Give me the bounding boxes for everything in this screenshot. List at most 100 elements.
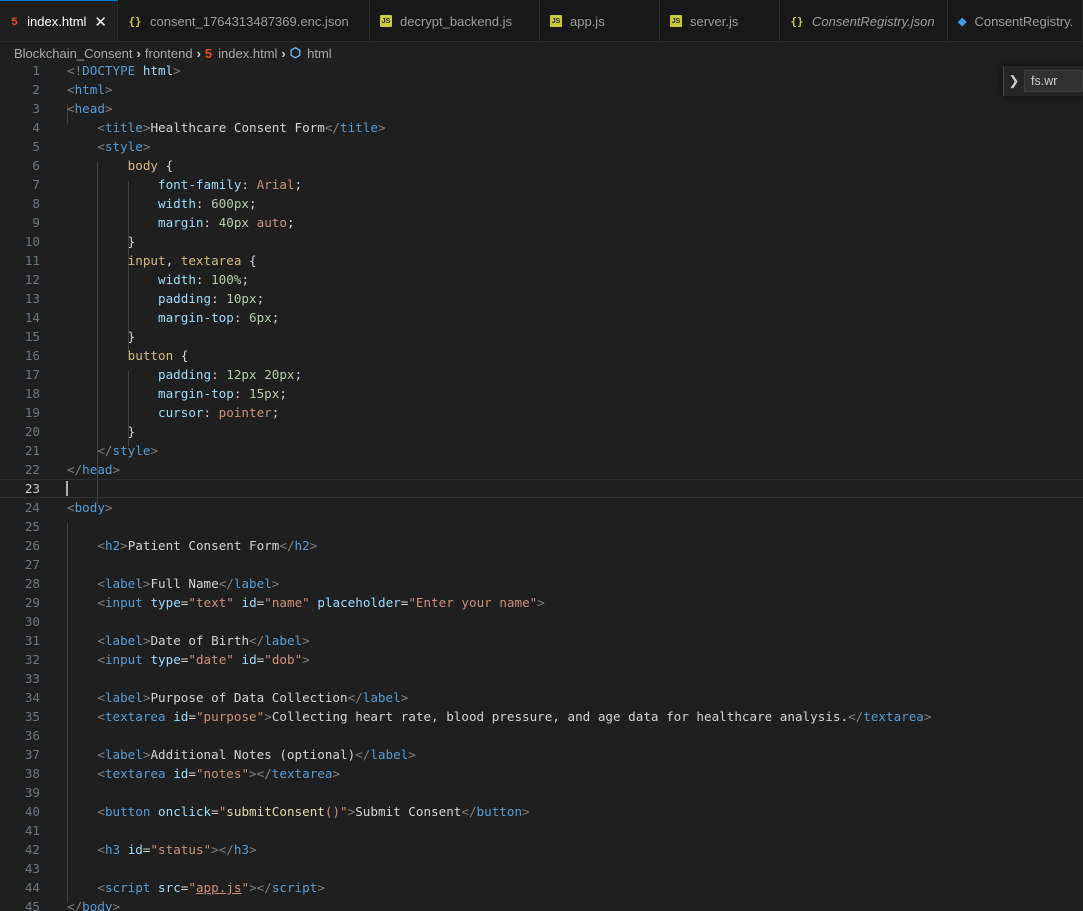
code-token: label bbox=[104, 633, 143, 648]
code-line[interactable]: 31 <label>Date of Birth</label> bbox=[0, 631, 1083, 650]
code-line[interactable]: 19 cursor: pointer; bbox=[0, 403, 1083, 422]
breadcrumb-item[interactable]: html bbox=[307, 46, 332, 61]
code-line[interactable]: 26 <h2>Patient Consent Form</h2> bbox=[0, 536, 1083, 555]
tab-label: index.html bbox=[27, 14, 87, 29]
code-line[interactable]: 35 <textarea id="purpose">Collecting hea… bbox=[0, 707, 1083, 726]
chevron-right-icon: › bbox=[281, 45, 286, 61]
find-input[interactable]: fs.wr bbox=[1024, 70, 1083, 92]
code-line[interactable]: 38 <textarea id="notes"></textarea> bbox=[0, 764, 1083, 783]
tab-index-html[interactable]: 5 index.html ✕ bbox=[0, 0, 118, 41]
code-line[interactable]: 39 bbox=[0, 783, 1083, 802]
code-token: id bbox=[241, 595, 257, 610]
code-line[interactable]: 8 width: 600px; bbox=[0, 194, 1083, 213]
code-line[interactable]: 2 <html> bbox=[0, 80, 1083, 99]
code-line[interactable]: 45 </body> bbox=[0, 897, 1083, 911]
code-token: > bbox=[142, 139, 151, 154]
code-line[interactable]: 21 </style> bbox=[0, 441, 1083, 460]
close-icon[interactable]: ✕ bbox=[94, 13, 107, 31]
code-line[interactable]: 44 <script src="app.js"></script> bbox=[0, 878, 1083, 897]
tab-consentregistry-json[interactable]: {} ConsentRegistry.json bbox=[780, 0, 948, 41]
breadcrumb-item[interactable]: Blockchain_Consent bbox=[14, 46, 133, 61]
code-line[interactable]: 7 font-family: Arial; bbox=[0, 175, 1083, 194]
code-line[interactable]: 29 <input type="text" id="name" placehol… bbox=[0, 593, 1083, 612]
code-line[interactable]: 37 <label>Additional Notes (optional)</l… bbox=[0, 745, 1083, 764]
code-line[interactable]: 30 bbox=[0, 612, 1083, 631]
code-token: ()" bbox=[324, 804, 348, 819]
code-text: } bbox=[67, 232, 136, 251]
line-number: 32 bbox=[24, 652, 40, 667]
code-line[interactable]: 34 <label>Purpose of Data Collection</la… bbox=[0, 688, 1083, 707]
line-number: 21 bbox=[24, 443, 40, 458]
code-token: 600px bbox=[211, 196, 250, 211]
code-line[interactable]: 15 } bbox=[0, 327, 1083, 346]
code-line[interactable]: 9 margin: 40px auto; bbox=[0, 213, 1083, 232]
code-line[interactable]: 24 <body> bbox=[0, 498, 1083, 517]
line-number: 29 bbox=[24, 595, 40, 610]
code-line[interactable]: 20 } bbox=[0, 422, 1083, 441]
code-token: h2 bbox=[294, 538, 310, 553]
code-text: input, textarea { bbox=[67, 251, 257, 270]
code-line[interactable]: 6 body { bbox=[0, 156, 1083, 175]
code-line[interactable]: 3 <head> bbox=[0, 99, 1083, 118]
code-token: h3 bbox=[233, 842, 250, 857]
code-token: 10px bbox=[226, 291, 257, 306]
js-icon: JS bbox=[550, 15, 562, 27]
code-line[interactable]: 28 <label>Full Name</label> bbox=[0, 574, 1083, 593]
code-line[interactable]: 23 bbox=[0, 479, 1083, 498]
code-text: width: 600px; bbox=[67, 194, 257, 213]
code-line[interactable]: 42 <h3 id="status"></h3> bbox=[0, 840, 1083, 859]
code-line[interactable]: 32 <input type="date" id="dob"> bbox=[0, 650, 1083, 669]
code-line[interactable]: 11 input, textarea { bbox=[0, 251, 1083, 270]
code-editor[interactable]: 1 <!DOCTYPE html> 2 <html> 3 <head> 4 <title>H… bbox=[0, 64, 1083, 911]
code-line[interactable]: 5 <style> bbox=[0, 137, 1083, 156]
code-line[interactable]: 43 bbox=[0, 859, 1083, 878]
tab-decrypt-backend-js[interactable]: JS decrypt_backend.js bbox=[370, 0, 540, 41]
code-token: Full Name bbox=[150, 576, 219, 591]
tab-consentregistry[interactable]: ◆ ConsentRegistry. bbox=[948, 0, 1083, 41]
code-line[interactable]: 41 bbox=[0, 821, 1083, 840]
code-line[interactable]: 10 } bbox=[0, 232, 1083, 251]
tab-label: ConsentRegistry.json bbox=[812, 13, 935, 29]
code-line[interactable]: 12 width: 100%; bbox=[0, 270, 1083, 289]
tab-consent-1764313487369-enc-json[interactable]: {} consent_1764313487369.enc.json bbox=[118, 0, 370, 41]
line-number: 9 bbox=[32, 215, 40, 230]
code-line[interactable]: 36 bbox=[0, 726, 1083, 745]
code-line[interactable]: 27 bbox=[0, 555, 1083, 574]
chevron-right-icon[interactable]: ❯ bbox=[1004, 73, 1024, 89]
code-token: </ bbox=[249, 633, 265, 648]
code-token: </ bbox=[67, 899, 83, 911]
editor-tab-bar: 5 index.html ✕ {} consent_1764313487369.enc.… bbox=[0, 0, 1083, 42]
find-widget[interactable]: ❯ fs.wr bbox=[1003, 66, 1083, 96]
line-number: 18 bbox=[24, 386, 40, 401]
code-line[interactable]: 25 bbox=[0, 517, 1083, 536]
code-token: cursor bbox=[158, 405, 204, 420]
line-number: 22 bbox=[24, 462, 40, 477]
code-line[interactable]: 4 <title>Healthcare Consent Form</title> bbox=[0, 118, 1083, 137]
symbol-element-icon: ⬡ bbox=[289, 45, 302, 60]
code-line[interactable]: 22 </head> bbox=[0, 460, 1083, 479]
breadcrumb-item[interactable]: index.html bbox=[218, 46, 277, 61]
tab-app-js[interactable]: JS app.js bbox=[540, 0, 660, 41]
line-number: 27 bbox=[24, 557, 40, 572]
code-line[interactable]: 40 <button onclick="submitConsent()">Sub… bbox=[0, 802, 1083, 821]
code-line[interactable]: 17 padding: 12px 20px; bbox=[0, 365, 1083, 384]
code-token: input bbox=[104, 652, 143, 667]
code-text: body { bbox=[67, 156, 174, 175]
code-token: </ bbox=[347, 690, 363, 705]
code-line[interactable]: 14 margin-top: 6px; bbox=[0, 308, 1083, 327]
code-token: </ bbox=[97, 443, 113, 458]
breadcrumb-item[interactable]: frontend bbox=[145, 46, 193, 61]
tab-server-js[interactable]: JS server.js bbox=[660, 0, 780, 41]
code-token: > bbox=[104, 101, 113, 116]
code-token: label bbox=[104, 576, 143, 591]
code-line[interactable]: 16 button { bbox=[0, 346, 1083, 365]
code-line[interactable]: 1 <!DOCTYPE html> bbox=[0, 64, 1083, 80]
code-line[interactable]: 33 bbox=[0, 669, 1083, 688]
code-line[interactable]: 13 padding: 10px; bbox=[0, 289, 1083, 308]
code-line[interactable]: 18 margin-top: 15px; bbox=[0, 384, 1083, 403]
